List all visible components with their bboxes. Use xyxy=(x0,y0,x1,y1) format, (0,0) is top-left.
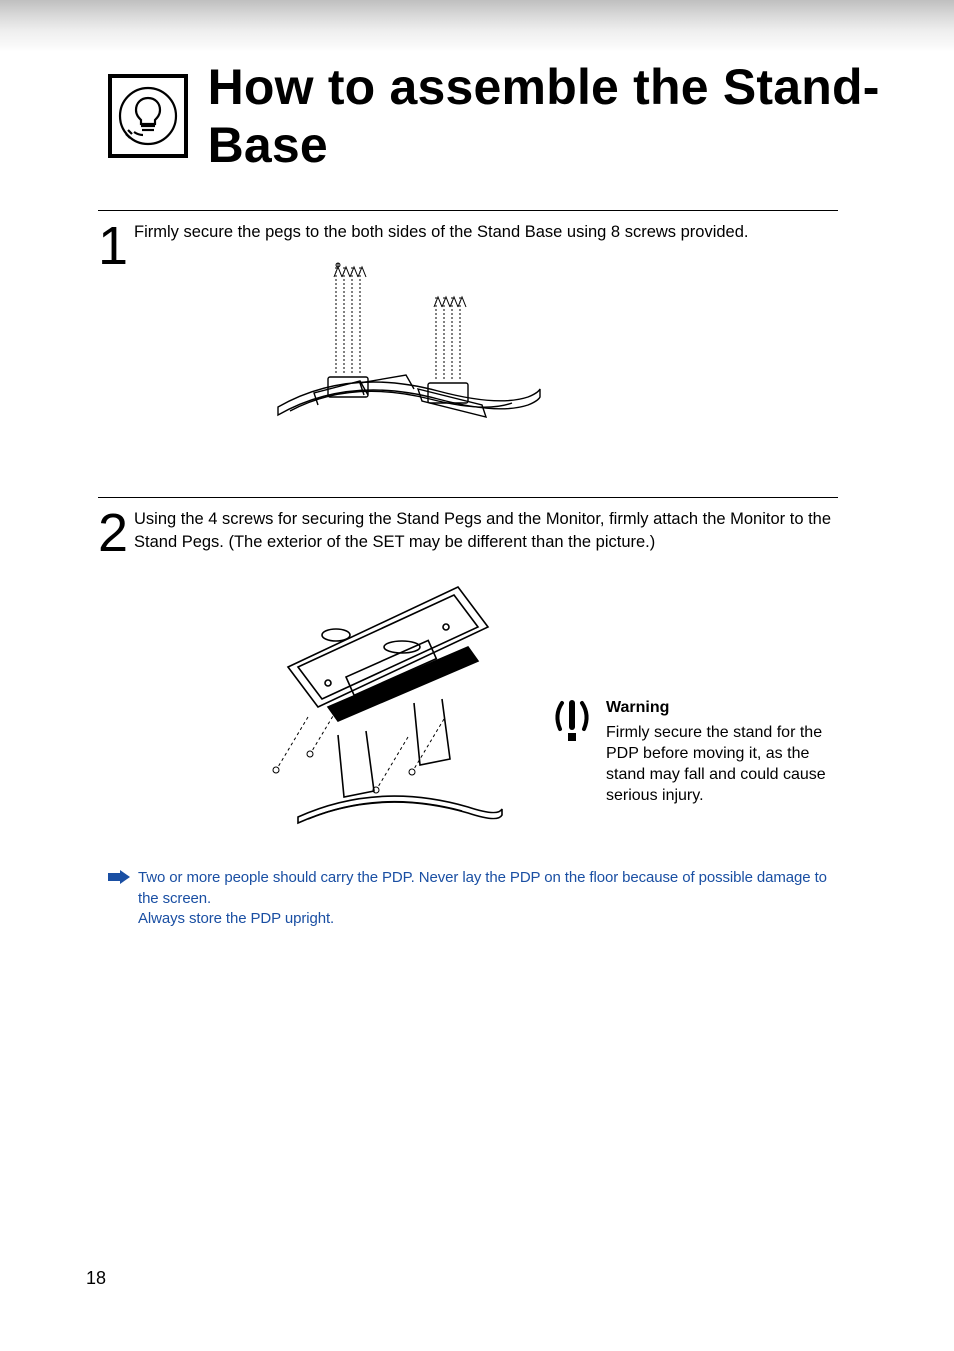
stand-base-diagram-icon xyxy=(218,257,578,452)
lightbulb-hand-icon xyxy=(108,74,188,158)
page-number: 18 xyxy=(86,1268,106,1289)
warning-title: Warning xyxy=(606,697,838,718)
note-line-1: Two or more people should carry the PDP.… xyxy=(138,869,827,907)
warning-text: Warning Firmly secure the stand for the … xyxy=(606,697,838,807)
step-text: Using the 4 screws for securing the Stan… xyxy=(134,508,838,553)
step-1-figure xyxy=(98,257,838,457)
page-title: How to assemble the Stand-Base xyxy=(208,58,954,174)
step-number: 2 xyxy=(98,506,128,560)
content-area: 1 Firmly secure the pegs to the both sid… xyxy=(98,210,838,872)
warning-block: Warning Firmly secure the stand for the … xyxy=(548,697,838,807)
monitor-stand-diagram-icon xyxy=(268,577,528,847)
step-2-figure xyxy=(268,577,528,852)
note-line-2: Always store the PDP upright. xyxy=(138,910,334,927)
note-text: Two or more people should carry the PDP.… xyxy=(138,868,848,930)
step-number: 1 xyxy=(98,219,128,273)
header-gradient xyxy=(0,0,954,52)
step-1: 1 Firmly secure the pegs to the both sid… xyxy=(98,210,838,457)
warning-body: Firmly secure the stand for the PDP befo… xyxy=(606,722,838,806)
page-header: How to assemble the Stand-Base xyxy=(108,58,954,174)
note-block: Two or more people should carry the PDP.… xyxy=(108,868,848,930)
exclamation-icon xyxy=(548,697,596,745)
arrow-right-icon xyxy=(108,870,130,884)
step-text: Firmly secure the pegs to the both sides… xyxy=(134,221,838,243)
step-2: 2 Using the 4 screws for securing the St… xyxy=(98,497,838,852)
manual-page: How to assemble the Stand-Base 1 Firmly … xyxy=(0,0,954,1351)
